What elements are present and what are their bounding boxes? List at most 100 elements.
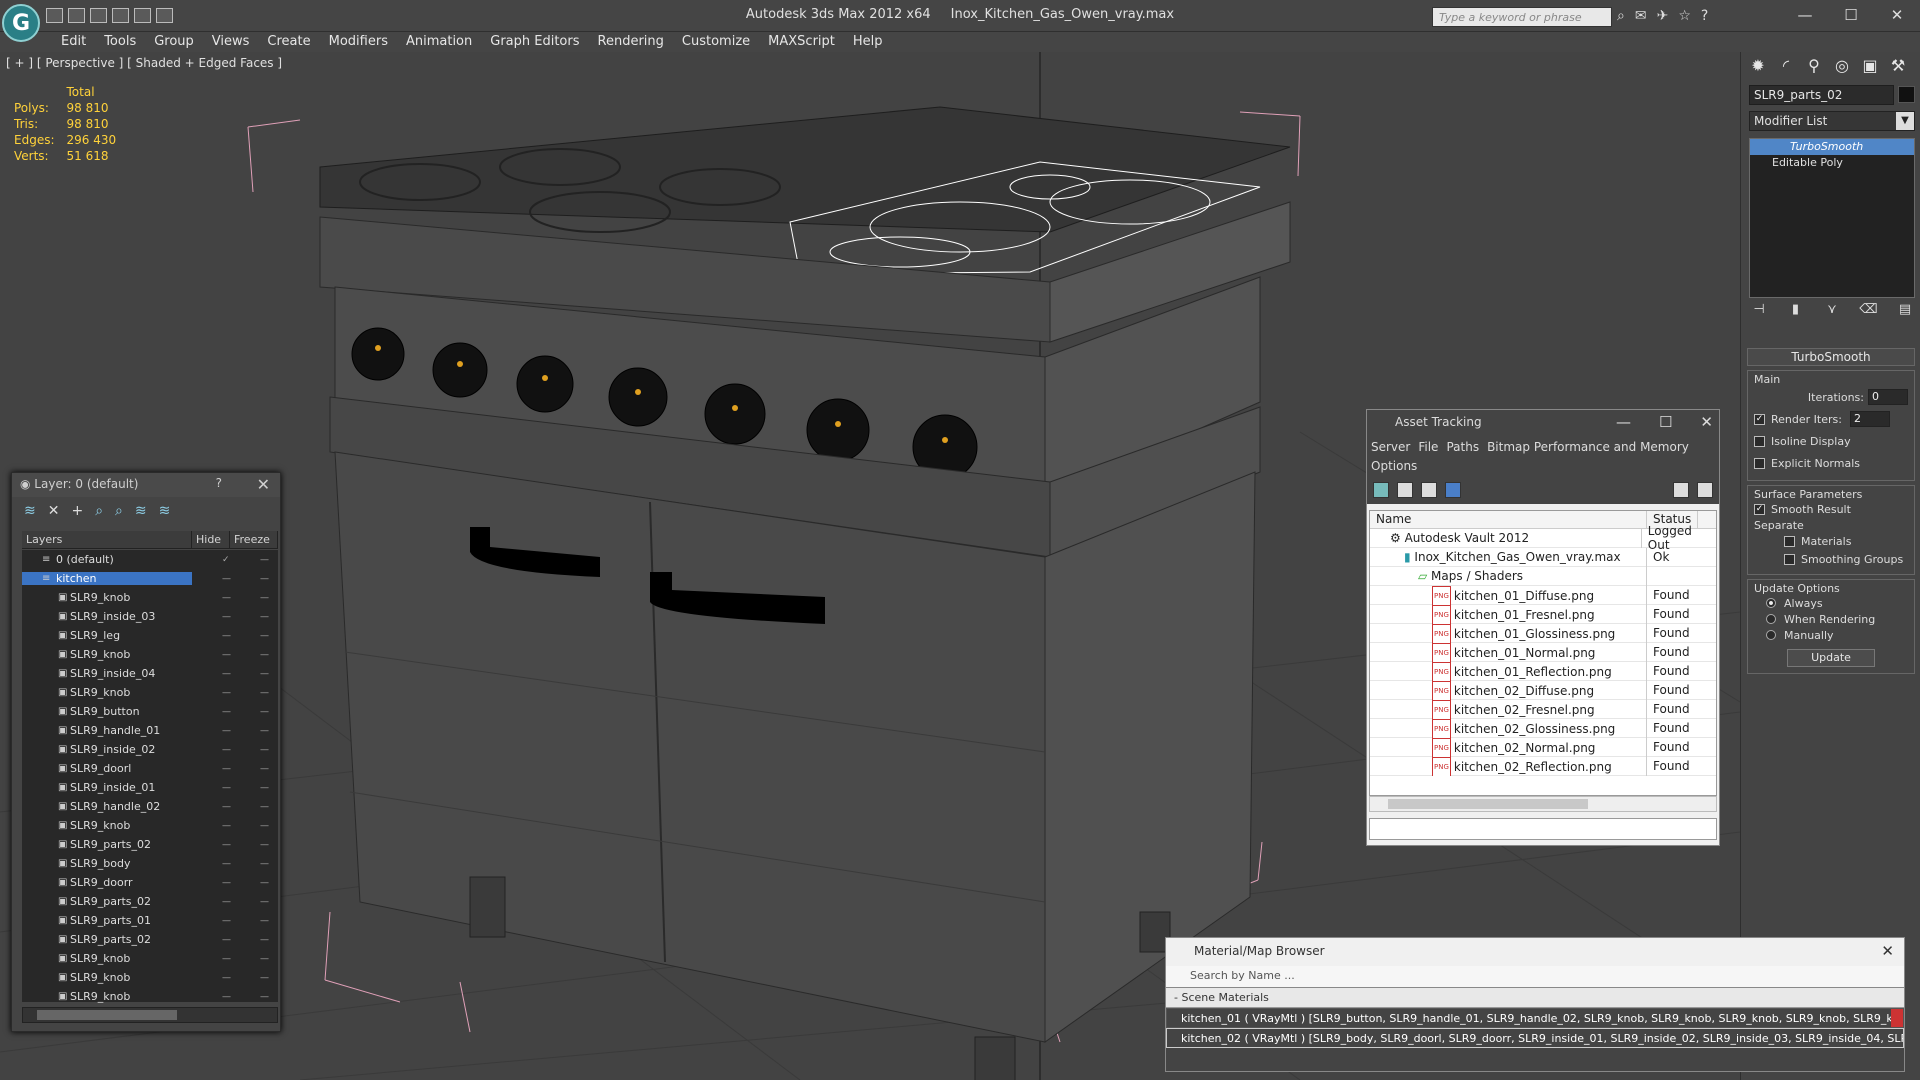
layer-row[interactable]: ▣ SLR9_knob — — — [22, 968, 278, 987]
layer-name[interactable]: SLR9_parts_02 — [22, 933, 192, 946]
layer-name[interactable]: SLR9_knob — [22, 990, 192, 1003]
asset-tracking-titlebar[interactable]: Asset Tracking — ☐ ✕ — [1367, 410, 1719, 436]
freeze-toggle[interactable]: — — [260, 707, 269, 717]
freeze-toggle[interactable]: — — [260, 992, 269, 1002]
hide-toggle[interactable]: — — [222, 745, 231, 755]
layer-row[interactable]: ▣ SLR9_knob — — — [22, 949, 278, 968]
layer-name[interactable]: SLR9_knob — [22, 686, 192, 699]
smooth-result-checkbox[interactable]: ✓ — [1754, 503, 1765, 515]
layer-row[interactable]: ▣ SLR9_parts_02 — — — [22, 930, 278, 949]
layer-name[interactable]: SLR9_doorl — [22, 762, 192, 775]
isoline-checkbox[interactable] — [1754, 435, 1765, 447]
close-button[interactable]: ✕ — [1874, 0, 1920, 30]
hide-toggle[interactable]: — — [222, 992, 231, 1002]
layer-name[interactable]: SLR9_knob — [22, 591, 192, 604]
scene-materials-group[interactable]: - Scene Materials — [1166, 988, 1904, 1008]
asset-row[interactable]: PNG kitchen_02_Glossiness.png Found — [1370, 718, 1716, 738]
hold-icon[interactable] — [112, 8, 129, 23]
create-tab-icon[interactable]: ✹ — [1747, 56, 1769, 76]
menu-rendering[interactable]: Rendering — [589, 32, 673, 52]
hide-toggle[interactable]: — — [222, 612, 231, 622]
hide-toggle[interactable]: — — [222, 935, 231, 945]
material-row[interactable]: kitchen_02 ( VRayMtl ) [SLR9_body, SLR9_… — [1166, 1028, 1904, 1048]
refresh-icon[interactable] — [1373, 482, 1389, 498]
layer-row[interactable]: ▣ SLR9_inside_04 — — — [22, 664, 278, 683]
render-iters-spinner[interactable]: 2 — [1849, 411, 1890, 427]
asset-row[interactable]: ▮ Inox_Kitchen_Gas_Owen_vray.max Ok — [1370, 547, 1716, 567]
layer-name[interactable]: SLR9_handle_02 — [22, 800, 192, 813]
hide-toggle[interactable]: — — [222, 821, 231, 831]
delete-layer-icon[interactable]: ✕ — [48, 503, 60, 519]
undo-icon[interactable] — [134, 8, 151, 23]
col-hide[interactable]: Hide — [192, 531, 230, 548]
object-name-field[interactable]: SLR9_parts_02 — [1749, 85, 1894, 105]
freeze-toggle[interactable]: — — [260, 935, 269, 945]
hide-toggle[interactable]: — — [222, 574, 231, 584]
freeze-toggle[interactable]: — — [260, 954, 269, 964]
asset-menu-paths[interactable]: Paths — [1446, 440, 1479, 454]
show-end-result-icon[interactable]: ▮ — [1786, 302, 1806, 322]
layer-row[interactable]: ▣ SLR9_knob — — — [22, 588, 278, 607]
layer-name[interactable]: SLR9_button — [22, 705, 192, 718]
search-input[interactable]: Type a keyword or phrase — [1432, 7, 1612, 27]
maximize-button[interactable]: ☐ — [1828, 0, 1874, 30]
material-search-input[interactable]: Search by Name ... — [1166, 966, 1904, 988]
layer-name[interactable]: SLR9_knob — [22, 971, 192, 984]
configure-sets-icon[interactable]: ▤ — [1895, 302, 1915, 322]
layer-name[interactable]: SLR9_knob — [22, 819, 192, 832]
hide-toggle[interactable]: — — [222, 593, 231, 603]
asset-row[interactable]: PNG kitchen_01_Fresnel.png Found — [1370, 604, 1716, 624]
menu-animation[interactable]: Animation — [397, 32, 481, 52]
create-layer-icon[interactable]: ≋ — [24, 503, 36, 519]
layer-row[interactable]: ▣ SLR9_inside_02 — — — [22, 740, 278, 759]
manually-radio[interactable] — [1766, 630, 1776, 640]
maximize-button[interactable]: ☐ — [1659, 413, 1672, 431]
freeze-toggle[interactable]: — — [260, 688, 269, 698]
layer-row[interactable]: ▣ SLR9_knob — — — [22, 645, 278, 664]
minimize-button[interactable]: — — [1782, 0, 1828, 30]
communication-icon[interactable]: ✉ — [1635, 8, 1647, 24]
freeze-toggle[interactable]: — — [260, 897, 269, 907]
freeze-toggle[interactable]: — — [260, 764, 269, 774]
freeze-toggle[interactable]: — — [260, 821, 269, 831]
modifier-stack[interactable]: TurboSmooth Editable Poly — [1749, 138, 1915, 298]
freeze-toggle[interactable]: — — [260, 555, 269, 565]
layer-list[interactable]: ≡ 0 (default) ✓ — ≡ kitchen — — ▣ SLR9_knob — — ▣ SLR… — [22, 550, 278, 1022]
layer-window-titlebar[interactable]: ◉ Layer: 0 (default) ? ✕ — [12, 473, 280, 497]
freeze-toggle[interactable]: — — [260, 745, 269, 755]
freeze-toggle[interactable]: — — [260, 859, 269, 869]
layer-row[interactable]: ▣ SLR9_doorr — — — [22, 873, 278, 892]
remove-modifier-icon[interactable]: ⌫ — [1859, 302, 1879, 322]
layer-row[interactable]: ▣ SLR9_knob — — — [22, 816, 278, 835]
layer-name[interactable]: SLR9_inside_03 — [22, 610, 192, 623]
layer-row[interactable]: ▣ SLR9_inside_01 — — — [22, 778, 278, 797]
hide-toggle[interactable]: — — [222, 916, 231, 926]
freeze-toggle[interactable]: — — [260, 726, 269, 736]
layer-list-scrollbar[interactable] — [22, 1007, 278, 1023]
layer-row[interactable]: ▣ SLR9_parts_02 — — — [22, 892, 278, 911]
satellite-icon[interactable]: ✈ — [1657, 8, 1669, 24]
tree-view-icon[interactable] — [1421, 482, 1437, 498]
list-view-icon[interactable] — [1397, 482, 1413, 498]
viewport-label[interactable]: [ + ] [ Perspective ] [ Shaded + Edged F… — [6, 56, 282, 70]
menu-help[interactable]: Help — [844, 32, 892, 52]
hide-toggle[interactable]: — — [222, 707, 231, 717]
layer-name[interactable]: SLR9_leg — [22, 629, 192, 642]
menu-edit[interactable]: Edit — [52, 32, 95, 52]
pin-stack-icon[interactable]: ⊣ — [1749, 302, 1769, 322]
hide-toggle[interactable]: — — [222, 631, 231, 641]
hide-toggle[interactable]: — — [222, 954, 231, 964]
hide-toggle[interactable]: — — [222, 669, 231, 679]
hide-toggle[interactable]: — — [222, 878, 231, 888]
scrollbar-thumb[interactable] — [37, 1010, 177, 1020]
hide-toggle[interactable]: — — [222, 897, 231, 907]
menu-graph-editors[interactable]: Graph Editors — [481, 32, 588, 52]
hide-toggle[interactable]: — — [222, 764, 231, 774]
layer-row[interactable]: ≡ kitchen — — — [22, 569, 278, 588]
hide-all-icon[interactable]: ≋ — [135, 503, 147, 519]
layer-row[interactable]: ▣ SLR9_knob — — — [22, 987, 278, 1006]
modifier-list-dropdown[interactable]: Modifier List ▼ — [1749, 111, 1915, 131]
hide-toggle[interactable]: — — [222, 783, 231, 793]
freeze-all-icon[interactable]: ≋ — [159, 503, 171, 519]
asset-menu-file[interactable]: File — [1418, 440, 1438, 454]
